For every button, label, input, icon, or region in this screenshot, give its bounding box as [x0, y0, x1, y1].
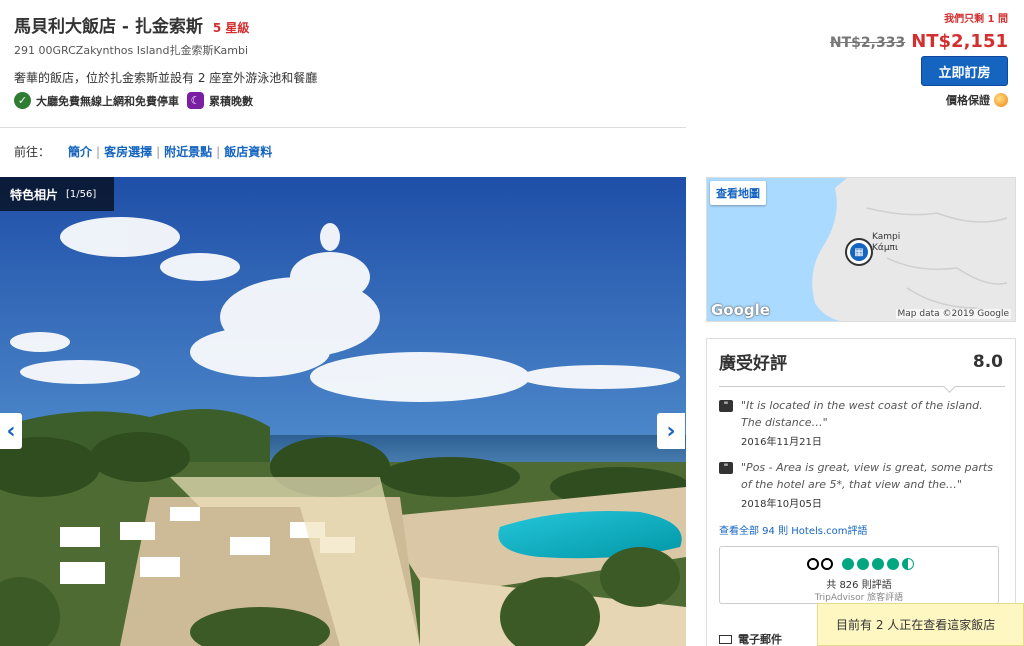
gallery-label: 特色相片 [1/56] [0, 177, 114, 211]
quote-icon: " [719, 462, 733, 474]
moon-icon: ☾ [187, 92, 204, 109]
google-logo: Google [711, 301, 770, 319]
review-quote: "Pos - Area is great, view is great, som… [741, 461, 993, 491]
chevron-left-icon: ‹ [6, 418, 16, 444]
quote-icon: " [719, 400, 733, 412]
hotel-description: 奢華的飯店，位於扎金索斯並設有 2 座室外游泳池和餐廳 [14, 71, 318, 85]
review-body: "It is located in the west coast of the … [741, 397, 1005, 448]
gallery-prev-button[interactable]: ‹ [0, 413, 22, 449]
hotel-name: 馬貝利大飯店 - 扎金索斯 [14, 17, 203, 37]
check-circle-icon: ✓ [14, 92, 31, 109]
photo-gallery[interactable]: 特色相片 [1/56] [0, 177, 686, 646]
gallery-photo [0, 177, 686, 646]
amenity-rewards: ☾ 累積晚數 [187, 92, 253, 109]
review-date: 2018年10月05日 [741, 499, 822, 510]
map-place-greek: Κάμπι [872, 243, 899, 253]
review-quote: "It is located in the west coast of the … [741, 399, 983, 429]
nav-link-nearby[interactable]: 附近景點 [160, 143, 216, 160]
gallery-count: [1/56] [66, 188, 97, 200]
price-guarantee-label: 價格保證 [946, 94, 990, 107]
title-row: 馬貝利大飯店 - 扎金索斯 5 星級 [14, 12, 249, 37]
rating-dot-icon [872, 558, 884, 570]
email-share-button[interactable]: 電子郵件 [719, 631, 782, 646]
rating-dot-icon [857, 558, 869, 570]
review-item: " "It is located in the west coast of th… [719, 397, 1005, 448]
reviews-notch [943, 380, 956, 393]
price-guarantee-link[interactable]: 價格保證 [808, 92, 1008, 108]
tripadvisor-rating [805, 556, 914, 572]
reviews-title: 廣受好評 [719, 354, 787, 374]
section-nav: 前往： 簡介 | 客房選擇 | 附近景點 | 飯店資料 [14, 143, 276, 160]
envelope-icon [719, 634, 732, 644]
hotel-map-pin-icon[interactable]: ▦ [845, 238, 873, 266]
all-reviews-link[interactable]: 查看全部 94 則 Hotels.com評語 [719, 522, 868, 537]
gallery-title: 特色相片 [10, 187, 59, 202]
reviews-header: 廣受好評 8.0 [707, 339, 1015, 375]
rooms-left-notice: 我們只剩 1 間 [944, 14, 1008, 25]
chevron-right-icon: › [666, 418, 676, 444]
nav-link-rooms[interactable]: 客房選擇 [100, 143, 156, 160]
viewing-now-toast: 目前有 2 人正在查看這家飯店 [817, 603, 1024, 646]
header-divider [0, 127, 686, 128]
star-rating: 5 星級 [212, 21, 250, 35]
reviews-divider [719, 386, 1005, 387]
new-price: NT$2,151 [911, 31, 1008, 52]
amenity-wifi-parking: ✓ 大廳免費無線上網和免費停車 [14, 92, 179, 109]
amenities: ✓ 大廳免費無線上網和免費停車 ☾ 累積晚數 [14, 92, 253, 109]
map-widget[interactable]: 查看地圖 Kampi Κάμπι ▦ Google Map data ©2019… [706, 177, 1016, 322]
review-item: " "Pos - Area is great, view is great, s… [719, 459, 1005, 510]
rating-half-dot-icon [902, 558, 914, 570]
nav-link-overview[interactable]: 簡介 [64, 143, 96, 160]
price-guarantee-icon [994, 93, 1008, 107]
old-price: NT$2,333 [829, 35, 906, 51]
building-icon: ▦ [850, 243, 868, 261]
tripadvisor-owl-icon [805, 556, 835, 572]
amenity-label: 大廳免費無線上網和免費停車 [36, 94, 179, 108]
review-body: "Pos - Area is great, view is great, som… [741, 459, 1005, 510]
nav-link-hotel-info[interactable]: 飯店資料 [220, 143, 276, 160]
tripadvisor-brand: TripAdvisor 旅客評語 [814, 593, 904, 603]
nav-prefix: 前往： [14, 145, 51, 159]
email-label: 電子郵件 [738, 633, 782, 646]
gallery-next-button[interactable]: › [657, 413, 685, 449]
amenity-label: 累積晚數 [209, 94, 253, 108]
tripadvisor-box[interactable]: 共 826 則評語 TripAdvisor 旅客評語 [719, 546, 999, 604]
reviews-panel: 廣受好評 8.0 " "It is located in the west co… [706, 338, 1016, 646]
price-box: 我們只剩 1 間 NT$2,333 NT$2,151 立即訂房 價格保證 [808, 10, 1008, 108]
rating-dot-icon [887, 558, 899, 570]
map-place-latin: Kampi [872, 232, 901, 242]
prices: NT$2,333 NT$2,151 [808, 31, 1008, 52]
book-now-button[interactable]: 立即訂房 [921, 56, 1008, 86]
hotel-address: 291 00GRCZakynthos Island扎金索斯Kambi [14, 44, 249, 57]
rating-dot-icon [842, 558, 854, 570]
tripadvisor-count: 共 826 則評語 [826, 580, 892, 591]
view-map-button[interactable]: 查看地圖 [710, 181, 766, 205]
map-place-label: Kampi Κάμπι [872, 232, 900, 254]
reviews-score: 8.0 [972, 351, 1003, 372]
hotel-header: 馬貝利大飯店 - 扎金索斯 5 星級 291 00GRCZakynthos Is… [0, 0, 1024, 128]
map-copyright: Map data ©2019 Google [895, 309, 1011, 319]
review-date: 2016年11月21日 [741, 437, 822, 448]
